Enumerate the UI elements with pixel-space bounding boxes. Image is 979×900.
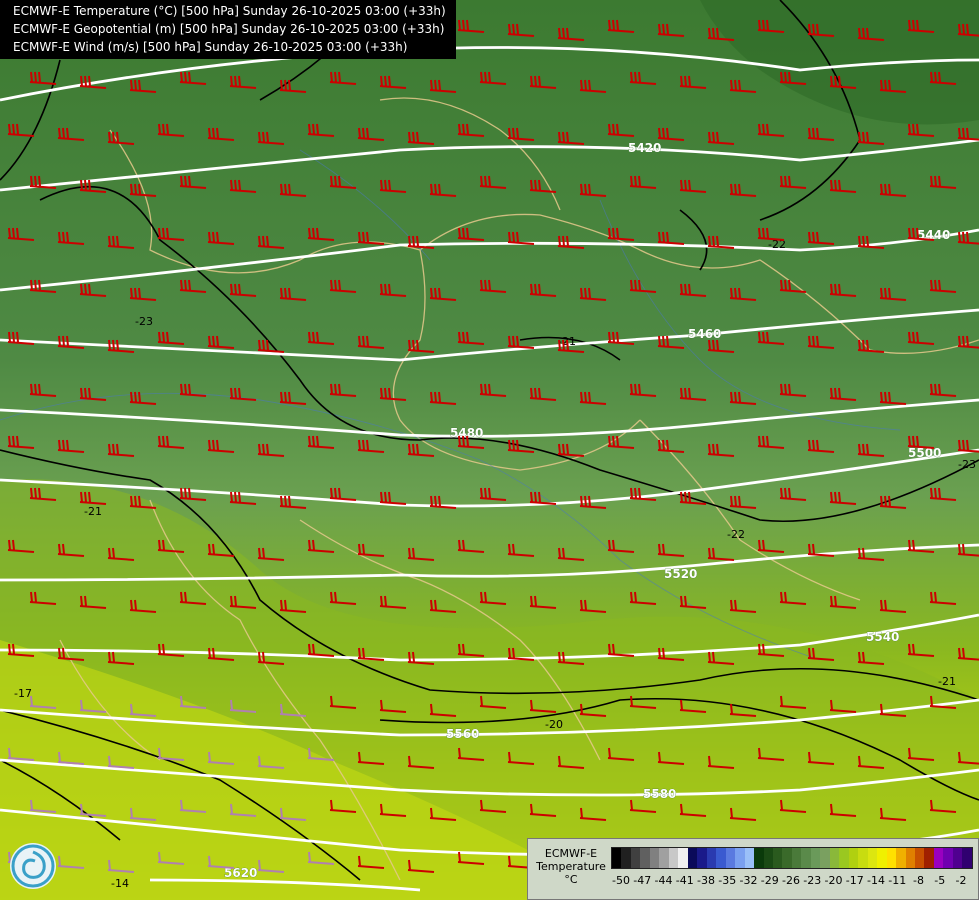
legend-swatch — [678, 848, 688, 868]
temp-label: -20 — [545, 718, 563, 731]
legend-tick: -23 — [803, 874, 822, 887]
legend-swatch — [829, 848, 840, 868]
geo-label: 5540 — [866, 630, 899, 644]
legend-swatch — [896, 848, 906, 868]
legend-swatch — [952, 848, 963, 868]
legend-swatch — [735, 848, 745, 868]
legend-title-variable: Temperature — [536, 860, 606, 873]
legend-swatch — [810, 848, 821, 868]
legend-swatch — [877, 848, 887, 868]
legend-swatch — [754, 848, 764, 868]
legend-tick: -38 — [697, 874, 715, 887]
legend-swatch — [915, 848, 925, 868]
legend-tick: -50 — [612, 874, 630, 887]
legend-tick: -20 — [824, 874, 843, 887]
legend-swatch — [649, 848, 660, 868]
legend-tick: -41 — [675, 874, 694, 887]
legend-swatch — [924, 848, 934, 868]
temp-label: -21 — [938, 675, 956, 688]
legend-swatch — [848, 848, 859, 868]
temp-label: -14 — [111, 877, 129, 890]
legend-tick: -47 — [633, 874, 652, 887]
legend-swatch — [858, 848, 868, 868]
geo-label: 5560 — [446, 727, 479, 741]
legend-swatch — [839, 848, 849, 868]
logo-icon — [10, 843, 56, 889]
legend-swatch — [933, 848, 944, 868]
legend-swatch — [820, 848, 830, 868]
map-title-box: ECMWF-E Temperature (°C) [500 hPa] Sunda… — [0, 0, 456, 59]
legend-swatch — [772, 848, 783, 868]
legend-swatch — [687, 848, 698, 868]
legend-tick: -8 — [913, 874, 924, 887]
legend-tick: -35 — [718, 874, 737, 887]
legend-swatch — [943, 848, 953, 868]
legend-tick: -11 — [888, 874, 907, 887]
geo-label: 5580 — [643, 787, 676, 801]
legend-unit: °C — [564, 873, 578, 886]
legend-swatch — [725, 848, 736, 868]
legend-swatch — [744, 848, 755, 868]
temp-label: -22 — [727, 528, 745, 541]
title-temperature: ECMWF-E Temperature (°C) [500 hPa] Sunda… — [13, 4, 446, 18]
temp-label: -17 — [14, 687, 32, 700]
legend-tick: -14 — [867, 874, 885, 887]
legend-swatch — [886, 848, 897, 868]
title-geopotential: ECMWF-E Geopotential (m) [500 hPa] Sunda… — [13, 22, 445, 36]
legend-tick: -17 — [845, 874, 864, 887]
legend-swatch — [612, 848, 622, 868]
legend-swatch — [706, 848, 717, 868]
geo-label: 5460 — [688, 327, 721, 341]
legend-swatch — [630, 848, 641, 868]
legend-swatch — [763, 848, 773, 868]
geo-label: 5520 — [664, 567, 697, 581]
weather-map: 5400 5420 5440 5460 5480 5500 5520 5540 … — [0, 0, 979, 900]
legend-swatch — [962, 848, 972, 868]
legend-swatch — [905, 848, 915, 868]
legend-swatch — [867, 848, 878, 868]
legend-label: ECMWF-E Temperature °C — [532, 847, 610, 886]
legend-color-scale — [611, 847, 973, 869]
legend-swatch — [668, 848, 679, 868]
legend-swatch — [621, 848, 631, 868]
legend-swatch — [801, 848, 811, 868]
legend-swatch — [659, 848, 669, 868]
legend-tick: -2 — [955, 874, 967, 887]
temp-label: -23 — [958, 458, 976, 471]
legend-swatch — [716, 848, 726, 868]
legend-tick: -29 — [760, 874, 779, 887]
legend-tick: -5 — [934, 874, 946, 887]
color-legend: ECMWF-E Temperature °C -50 -47 -44 -41 -38 -3… — [527, 838, 979, 900]
temp-label: -21 — [84, 505, 102, 518]
title-wind: ECMWF-E Wind (m/s) [500 hPa] Sunday 26-1… — [13, 40, 408, 54]
legend-tick: -26 — [782, 874, 800, 887]
legend-swatch — [640, 848, 650, 868]
legend-swatch — [791, 848, 802, 868]
legend-swatch — [697, 848, 707, 868]
legend-title: ECMWF-E — [544, 847, 598, 860]
temp-label: -23 — [135, 315, 153, 328]
legend-tick: -44 — [654, 874, 673, 887]
legend-ticks: -50 -47 -44 -41 -38 -35 -32 -29 -26 -23 -20 -17 -14-… — [611, 874, 971, 888]
legend-swatch — [782, 848, 792, 868]
geo-label: 5420 — [628, 141, 661, 155]
legend-tick: -32 — [739, 874, 758, 887]
